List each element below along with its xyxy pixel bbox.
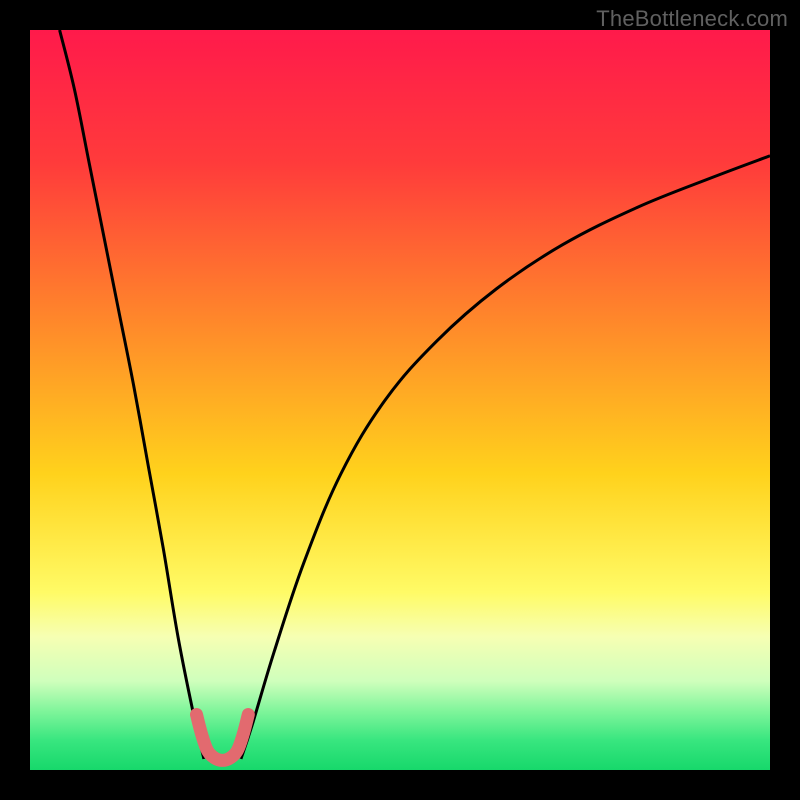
plot-area: [30, 30, 770, 770]
chart-frame: TheBottleneck.com: [0, 0, 800, 800]
gradient-background: [30, 30, 770, 770]
watermark-text: TheBottleneck.com: [596, 6, 788, 32]
chart-svg: [30, 30, 770, 770]
